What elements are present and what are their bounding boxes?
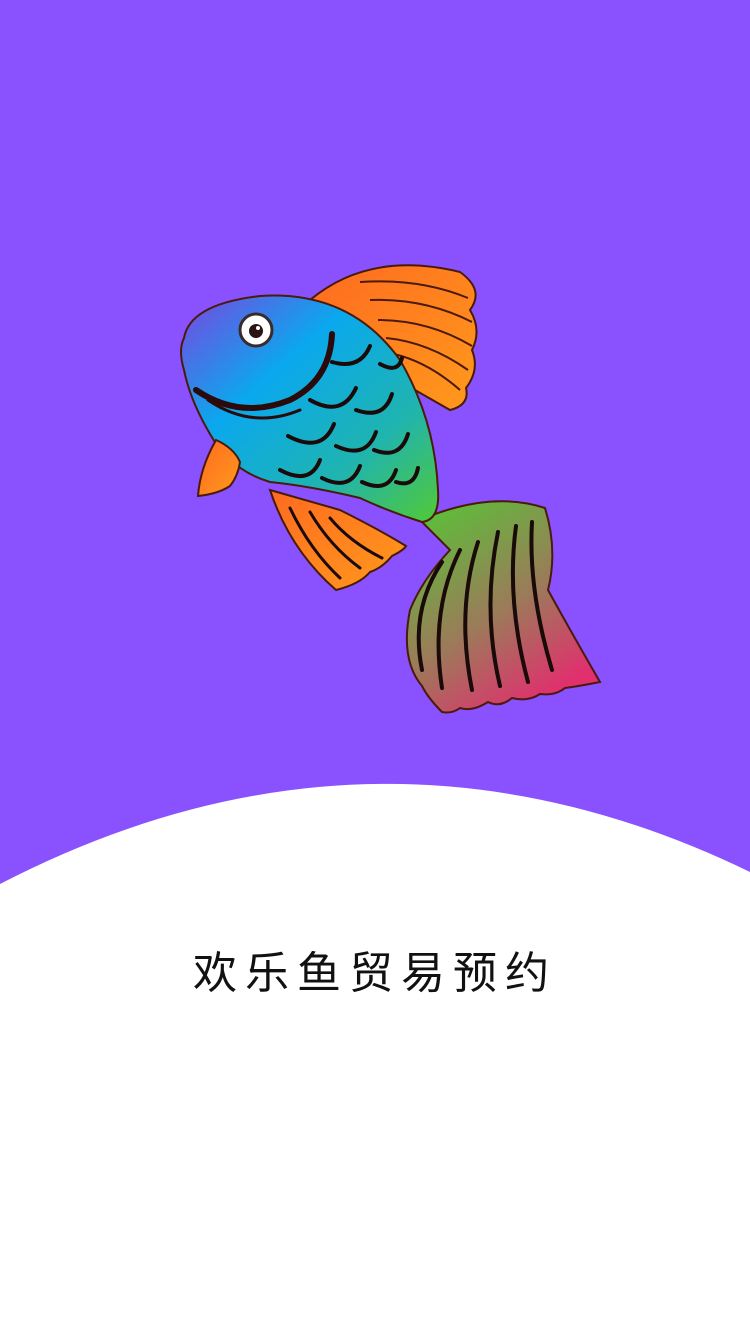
fish-icon [180,264,602,714]
tail-fin [405,500,602,714]
fish-eye-pupil [249,324,263,338]
splash-screen: 欢乐鱼贸易预约 [0,0,750,1344]
app-title: 欢乐鱼贸易预约 [193,948,557,999]
